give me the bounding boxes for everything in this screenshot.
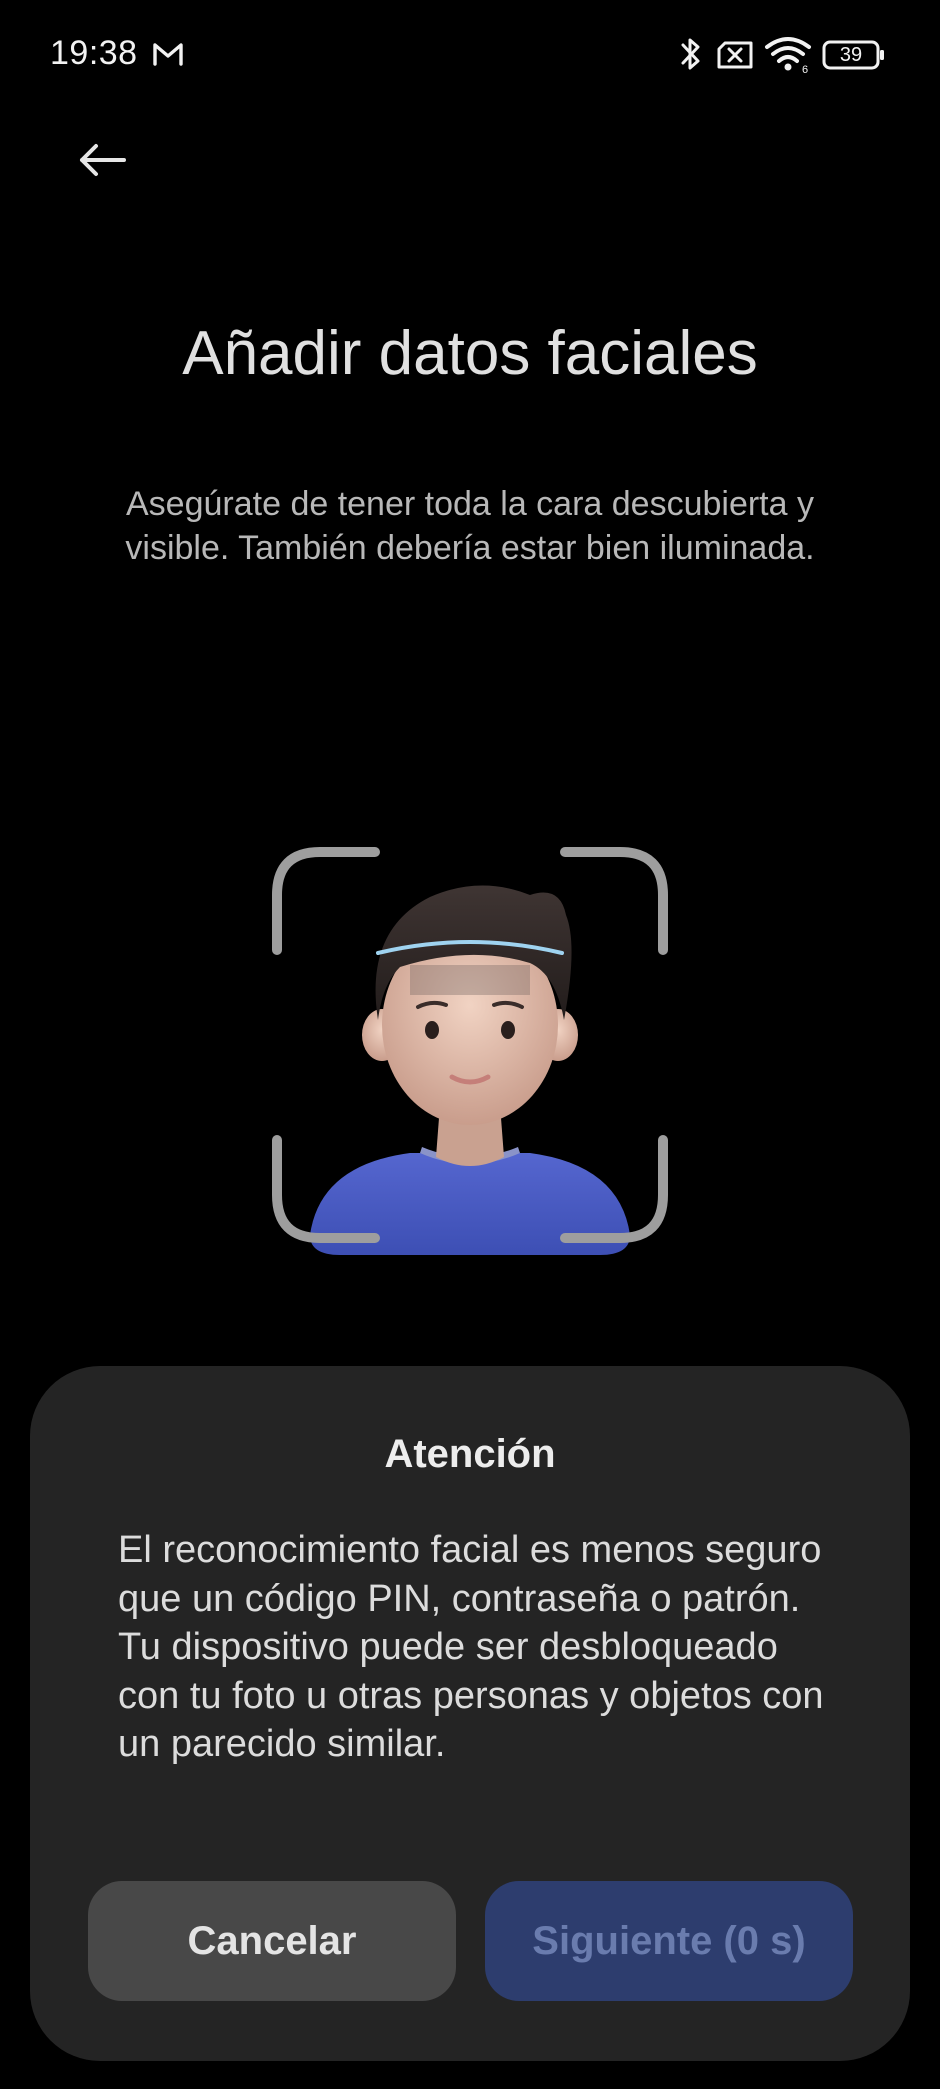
warning-dialog: Atención El reconocimiento facial es men… [30, 1366, 910, 2061]
status-time: 19:38 [50, 34, 138, 72]
svg-text:6: 6 [802, 64, 808, 74]
wifi-icon: 6 [765, 37, 811, 74]
status-bar: 19:38 6 39 [0, 0, 940, 110]
instruction-text: Asegúrate de tener toda la cara descubie… [125, 485, 815, 567]
battery-level: 39 [839, 44, 863, 66]
face-scan-avatar-icon [272, 847, 668, 1255]
no-sim-icon [717, 41, 753, 69]
gmail-icon [153, 43, 183, 66]
next-button[interactable]: Siguiente (0 s) [485, 1881, 853, 2001]
back-button[interactable] [70, 132, 134, 188]
page-title: Añadir datos faciales [182, 319, 758, 388]
cancel-button[interactable]: Cancelar [88, 1881, 456, 2001]
arrow-left-icon [80, 144, 126, 176]
dialog-message: El reconocimiento facial es menos seguro… [118, 1529, 824, 1765]
dialog-title: Atención [384, 1432, 556, 1476]
bluetooth-icon [681, 38, 700, 70]
